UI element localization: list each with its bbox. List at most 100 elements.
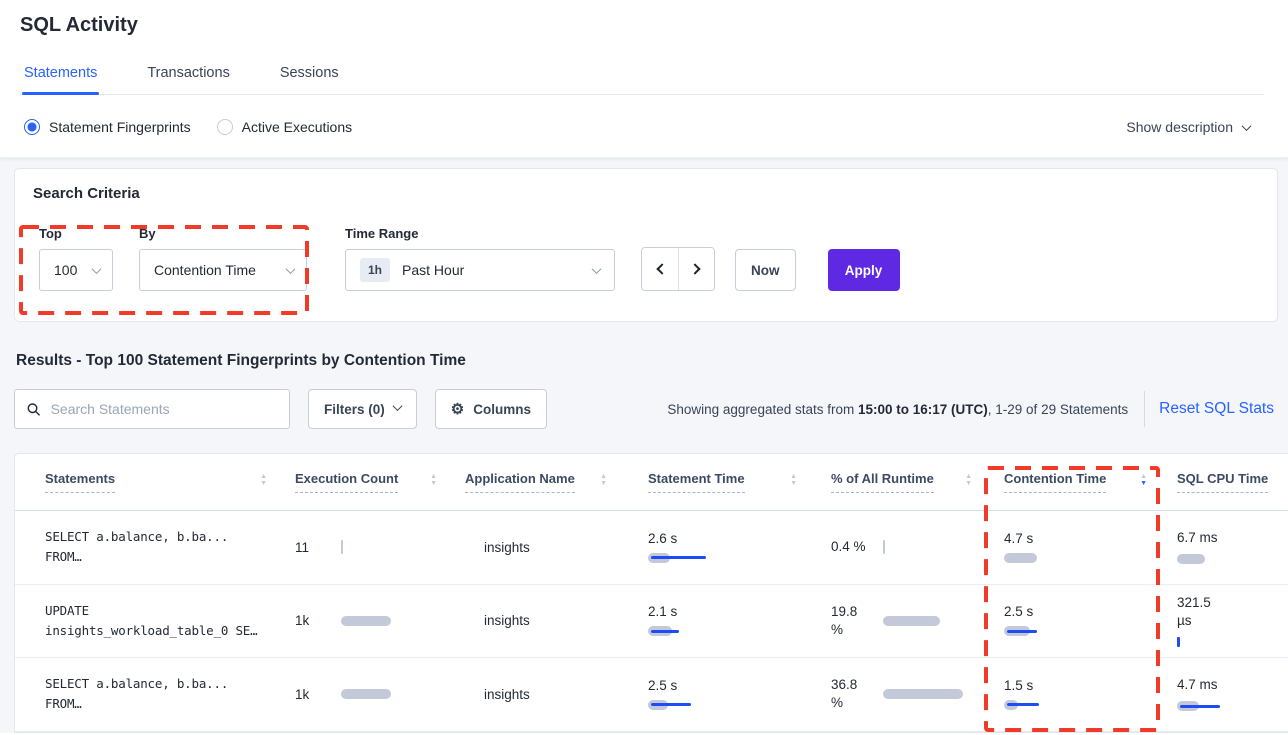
execution-count-cell: 1k: [295, 687, 465, 702]
time-range-select[interactable]: 1h Past Hour: [345, 249, 615, 291]
now-button[interactable]: Now: [735, 249, 796, 291]
contention-time-cell: 1.5 s: [1000, 678, 1175, 711]
execution-count-cell: 1k: [295, 613, 465, 628]
table-row: SELECT a.balance, b.ba... FROM… 11 insig…: [15, 511, 1288, 585]
contention-time-cell: 4.7 s: [1000, 531, 1175, 564]
application-name-cell: insights: [465, 540, 635, 555]
chevron-down-icon: [92, 264, 102, 274]
radio-label: Statement Fingerprints: [49, 119, 191, 135]
radio-statement-fingerprints[interactable]: Statement Fingerprints: [24, 119, 191, 135]
statements-table: Statements ▲▼ Execution Count ▲▼ Applica…: [14, 453, 1288, 733]
sql-cpu-time-cell: 321.5 µs: [1175, 594, 1288, 648]
execution-count-bar: [341, 688, 403, 700]
statement-time-cell: 2.5 s: [635, 678, 825, 711]
statement-time-cell: 2.1 s: [635, 604, 825, 637]
top-select[interactable]: 100: [39, 249, 113, 291]
sort-asc-icon: ▲: [600, 474, 607, 480]
chevron-left-icon: [656, 263, 667, 274]
page-title: SQL Activity: [20, 14, 1264, 37]
statement-time-bar: [648, 625, 748, 637]
contention-time-cell: 2.5 s: [1000, 604, 1175, 637]
top-label: Top: [39, 226, 113, 241]
sort-desc-icon: ▼: [600, 481, 607, 487]
sort-icons: ▲▼: [965, 474, 972, 487]
time-next-button[interactable]: [678, 248, 714, 290]
column-header-pct-runtime[interactable]: % of All Runtime ▲▼: [825, 471, 1000, 493]
contention-time-bar: [1004, 625, 1104, 637]
application-name-cell: insights: [465, 613, 635, 628]
pct-runtime-bar: [883, 615, 975, 627]
page-header: SQL Activity Statements Transactions Ses…: [0, 0, 1288, 95]
results-heading: Results - Top 100 Statement Fingerprints…: [16, 352, 1278, 370]
radio-active-executions[interactable]: Active Executions: [217, 119, 353, 135]
radio-selected-icon: [24, 119, 40, 135]
column-header-sql-cpu-time[interactable]: SQL CPU Time: [1175, 471, 1288, 493]
sort-icons: ▲▼: [260, 474, 267, 487]
by-select[interactable]: Contention Time: [139, 249, 307, 291]
tab-statements[interactable]: Statements: [22, 59, 99, 94]
statement-time-cell: 2.6 s: [635, 531, 825, 564]
filters-button[interactable]: Filters (0): [308, 389, 417, 429]
columns-button[interactable]: ⚙ Columns: [435, 389, 547, 429]
table-row: UPDATE insights_workload_table_0 SE… 1k …: [15, 585, 1288, 659]
show-description-label: Show description: [1126, 119, 1233, 135]
sort-desc-icon: ▼: [1140, 481, 1147, 487]
statement-time-bar: [648, 552, 748, 564]
application-name-cell: insights: [465, 687, 635, 702]
sort-asc-icon: ▲: [965, 474, 972, 480]
sort-asc-icon: ▲: [430, 474, 437, 480]
apply-button[interactable]: Apply: [828, 249, 900, 291]
show-description-toggle[interactable]: Show description: [1126, 119, 1250, 135]
sort-asc-icon: ▲: [790, 474, 797, 480]
table-row: SELECT a.balance, b.ba... FROM… 1k insig…: [15, 658, 1288, 732]
time-prev-button[interactable]: [642, 248, 678, 290]
statement-fingerprint-link[interactable]: UPDATE insights_workload_table_0 SE…: [45, 601, 295, 641]
statement-fingerprint-link[interactable]: SELECT a.balance, b.ba... FROM…: [45, 674, 295, 714]
statement-time-bar: [648, 699, 748, 711]
sort-desc-icon: ▼: [260, 481, 267, 487]
by-select-value: Contention Time: [154, 262, 256, 278]
pct-runtime-cell: 0.4 %: [825, 538, 1000, 556]
column-header-statement-time[interactable]: Statement Time ▲▼: [635, 471, 825, 493]
execution-count-cell: 11: [295, 540, 465, 555]
column-header-contention-time[interactable]: Contention Time ▲▼: [1000, 471, 1175, 493]
column-header-application-name[interactable]: Application Name ▲▼: [465, 471, 635, 493]
contention-time-bar: [1004, 699, 1104, 711]
sql-cpu-time-bar: [1177, 700, 1277, 712]
search-criteria-title: Search Criteria: [33, 185, 1259, 202]
divider: [1144, 391, 1145, 427]
tab-bar: Statements Transactions Sessions: [20, 59, 1264, 95]
pct-runtime-bar: [883, 688, 975, 700]
column-header-execution-count[interactable]: Execution Count ▲▼: [295, 471, 465, 493]
sql-cpu-time-bar: [1177, 636, 1277, 648]
view-toggle-bar: Statement Fingerprints Active Executions…: [0, 95, 1288, 158]
filters-label: Filters (0): [324, 402, 385, 417]
statement-fingerprint-link[interactable]: SELECT a.balance, b.ba... FROM…: [45, 527, 295, 567]
column-header-statements[interactable]: Statements ▲▼: [45, 471, 295, 493]
sql-cpu-time-cell: 4.7 ms: [1175, 676, 1288, 712]
sort-desc-icon: ▼: [965, 481, 972, 487]
search-statements-box: [14, 389, 290, 429]
time-range-value: Past Hour: [402, 262, 464, 278]
by-label: By: [139, 226, 307, 241]
execution-count-bar: [341, 541, 403, 553]
pct-runtime-cell: 19.8 %: [825, 603, 1000, 639]
columns-label: Columns: [473, 402, 531, 417]
sort-icons: ▲▼: [430, 474, 437, 487]
tab-sessions[interactable]: Sessions: [278, 59, 341, 94]
gear-icon: ⚙: [451, 402, 464, 417]
sort-asc-icon: ▲: [1140, 474, 1147, 480]
showing-stats-text: Showing aggregated stats from 15:00 to 1…: [667, 402, 1128, 417]
search-criteria-card: Search Criteria Top 100 By Contention Ti…: [14, 168, 1278, 322]
search-statements-input[interactable]: [51, 401, 277, 417]
execution-count-bar: [341, 615, 403, 627]
search-icon: [27, 402, 41, 417]
sql-cpu-time-bar: [1177, 553, 1277, 565]
reset-sql-stats-link[interactable]: Reset SQL Stats: [1159, 400, 1278, 418]
top-select-value: 100: [54, 262, 77, 278]
content-area: Search Criteria Top 100 By Contention Ti…: [0, 158, 1288, 733]
tab-transactions[interactable]: Transactions: [145, 59, 231, 94]
sort-asc-icon: ▲: [260, 474, 267, 480]
sort-icons: ▲▼: [1140, 474, 1147, 487]
sql-cpu-time-cell: 6.7 ms: [1175, 529, 1288, 565]
